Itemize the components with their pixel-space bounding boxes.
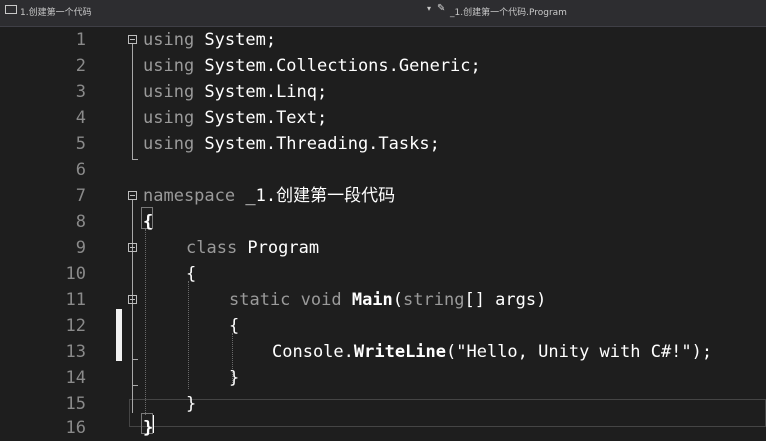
code-line: 16 } <box>0 415 766 441</box>
class-member-icon: ✎ <box>437 3 446 14</box>
code-line: 1 using System; <box>0 27 766 53</box>
line-number: 8 <box>75 212 86 232</box>
line-number: 15 <box>65 394 86 414</box>
code-line: 13 Console.WriteLine("Hello, Unity with … <box>0 339 766 365</box>
line-number: 10 <box>65 264 86 284</box>
line-number: 5 <box>75 134 86 154</box>
editor-navigation-bar: 1.创建第一个代码 ▾ ✎ _1.创建第一个代码.Program <box>0 0 766 27</box>
line-number: 1 <box>75 30 86 50</box>
code-line: 6 <box>0 157 766 183</box>
line-number: 3 <box>75 82 86 102</box>
code-line: 7 namespace _1.创建第一段代码 <box>0 183 766 209</box>
line-number: 13 <box>65 342 86 362</box>
code-line: 14 } <box>0 365 766 391</box>
line-number: 11 <box>65 290 86 310</box>
code-line: 12 { <box>0 313 766 339</box>
line-number: 6 <box>75 160 86 180</box>
line-number: 14 <box>65 368 86 388</box>
code-editor[interactable]: 1 using System; 2 using System.Collectio… <box>0 27 766 438</box>
code-line: 11 static void Main(string[] args) <box>0 287 766 313</box>
project-dropdown[interactable]: 1.创建第一个代码 <box>20 5 92 18</box>
code-line: 2 using System.Collections.Generic; <box>0 53 766 79</box>
line-number: 9 <box>75 238 86 258</box>
code-line: 10 { <box>0 261 766 287</box>
line-number: 12 <box>65 316 86 336</box>
line-number: 4 <box>75 108 86 128</box>
code-line: 5 using System.Threading.Tasks; <box>0 131 766 157</box>
line-number: 16 <box>65 418 86 438</box>
line-number: 7 <box>75 186 86 206</box>
member-dropdown[interactable]: _1.创建第一个代码.Program <box>450 5 567 18</box>
code-line: 3 using System.Linq; <box>0 79 766 105</box>
code-line: 15 } <box>0 391 766 417</box>
code-line: 4 using System.Text; <box>0 105 766 131</box>
line-number: 2 <box>75 56 86 76</box>
code-line: 8 { <box>0 209 766 235</box>
chevron-down-icon[interactable]: ▾ <box>427 4 431 13</box>
code-line: 9 class Program <box>0 235 766 261</box>
csharp-project-icon <box>5 5 17 14</box>
